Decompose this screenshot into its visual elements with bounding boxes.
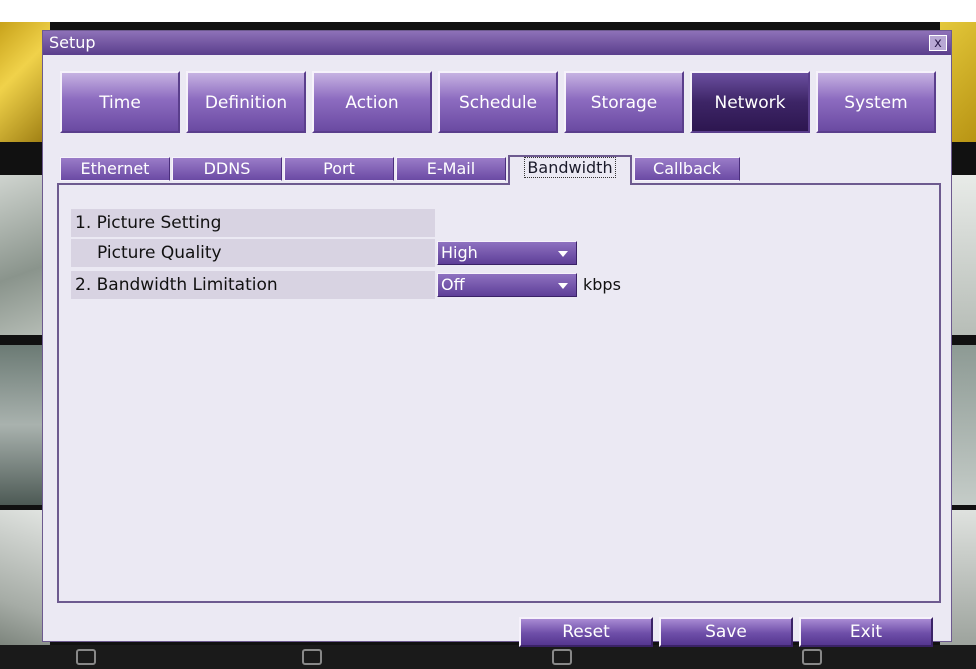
camera-status-icon [802, 649, 822, 665]
subtab-callback[interactable]: Callback [634, 157, 740, 181]
tab-definition[interactable]: Definition [186, 71, 306, 133]
dialog-titlebar: Setup x [43, 31, 951, 55]
camera-divider-top [0, 0, 976, 22]
picture-setting-heading: 1. Picture Setting [75, 213, 222, 233]
picture-quality-label: Picture Quality [97, 243, 222, 263]
tab-schedule[interactable]: Schedule [438, 71, 558, 133]
bandwidth-limitation-label: 2. Bandwidth Limitation [75, 275, 278, 295]
setup-dialog: Setup x Time Definition Action Schedule … [42, 30, 952, 647]
exit-button[interactable]: Exit [799, 617, 933, 647]
picture-quality-select[interactable]: High [437, 241, 577, 265]
reset-button[interactable]: Reset [519, 617, 653, 647]
tab-time[interactable]: Time [60, 71, 180, 133]
bandwidth-limitation-select[interactable]: Off [437, 273, 577, 297]
dialog-title: Setup [49, 33, 96, 52]
camera-status-icon [76, 649, 96, 665]
chevron-down-icon [558, 283, 568, 289]
subtab-ethernet[interactable]: Ethernet [60, 157, 170, 181]
bandwidth-limitation-value: Off [441, 275, 465, 294]
subtab-ddns[interactable]: DDNS [172, 157, 282, 181]
chevron-down-icon [558, 251, 568, 257]
tab-action[interactable]: Action [312, 71, 432, 133]
subtab-port[interactable]: Port [284, 157, 394, 181]
bandwidth-settings-panel: 1. Picture Setting Picture Quality High … [57, 183, 941, 603]
subtab-bandwidth[interactable]: Bandwidth [508, 155, 632, 185]
picture-quality-row: Picture Quality [71, 239, 435, 267]
tab-system[interactable]: System [816, 71, 936, 133]
picture-setting-row: 1. Picture Setting [71, 209, 435, 237]
camera-status-icon [552, 649, 572, 665]
subtab-bandwidth-label: Bandwidth [524, 157, 616, 178]
bandwidth-unit-label: kbps [583, 275, 621, 294]
subtab-email[interactable]: E-Mail [396, 157, 506, 181]
bandwidth-limitation-row: 2. Bandwidth Limitation [71, 271, 435, 299]
save-button[interactable]: Save [659, 617, 793, 647]
close-button[interactable]: x [929, 35, 947, 51]
tab-network[interactable]: Network [690, 71, 810, 133]
camera-status-icon [302, 649, 322, 665]
picture-quality-value: High [441, 243, 478, 262]
tab-storage[interactable]: Storage [564, 71, 684, 133]
camera-status-bar [0, 645, 976, 669]
